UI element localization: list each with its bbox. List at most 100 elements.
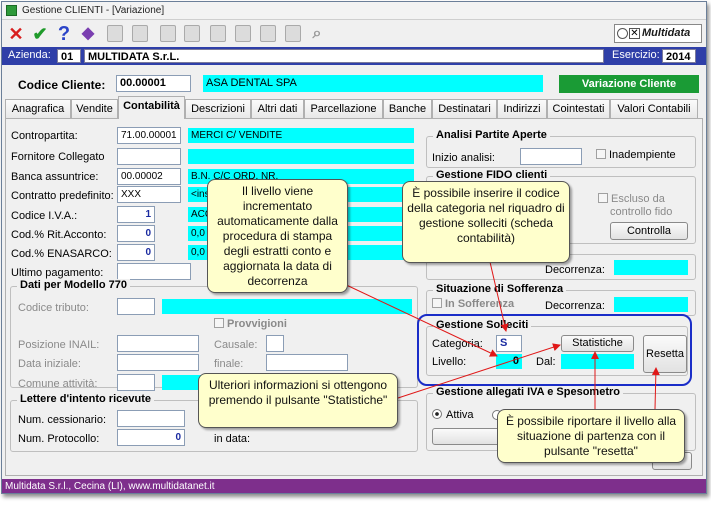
tab-descrizioni[interactable]: Descrizioni (185, 99, 251, 118)
enasarco-input[interactable]: 0 (117, 244, 155, 261)
inizio-analisi-label: Inizio analisi: (432, 152, 495, 164)
iva-label: Codice I.V.A.: (11, 210, 78, 222)
contropartita-input[interactable]: 71.00.00001 (117, 127, 181, 144)
sofferenza-checkbox[interactable]: In Sofferenza (432, 298, 514, 310)
controlla-button[interactable]: Controlla (610, 222, 688, 240)
esercizio-value: 2014 (662, 49, 696, 63)
tab-indirizzi[interactable]: Indirizzi (497, 99, 547, 118)
escluso-checkbox[interactable]: Escluso da (598, 193, 665, 205)
paste-icon[interactable] (184, 25, 200, 42)
sofferenza-decorrenza-value (614, 297, 688, 312)
fido-decorrenza-value (614, 260, 688, 275)
allegati-title: Gestione allegati IVA e Spesometro (433, 386, 623, 398)
tab-valori-contabili[interactable]: Valori Contabili (610, 99, 698, 118)
codice-cliente-input[interactable]: 00.00001 (116, 75, 191, 92)
company-bar: Azienda: 01 MULTIDATA S.r.L. Esercizio: … (2, 47, 706, 65)
provvigioni-checkbox[interactable]: Provvigioni (214, 318, 287, 330)
banca-input[interactable]: 00.00002 (117, 168, 181, 185)
fido-title: Gestione FIDO clienti (433, 169, 551, 181)
inadempiente-label: Inadempiente (609, 149, 676, 161)
wizard-icon[interactable]: ◆ (78, 24, 98, 44)
protocollo-label: Num. Protocollo: (18, 433, 100, 445)
esercizio-label: Esercizio: (612, 49, 660, 61)
tab-altri-dati[interactable]: Altri dati (251, 99, 304, 118)
sofferenza-label: In Sofferenza (445, 298, 515, 310)
logo-cross-icon: ✕ (629, 28, 640, 39)
causale-label: Causale: (214, 339, 258, 351)
in-data-label: in data: (214, 433, 251, 445)
logo-text: Multidata (642, 27, 691, 39)
protocollo-input[interactable]: 0 (117, 429, 185, 446)
callout-resetta: È possibile riportare il livello alla si… (497, 409, 685, 463)
tab-banche[interactable]: Banche (383, 99, 432, 118)
window-title: Gestione CLIENTI - [Variazione] (22, 5, 165, 16)
tab-anagrafica[interactable]: Anagrafica (5, 99, 71, 118)
multidata-logo: ✕ Multidata (614, 24, 702, 43)
confirm-icon[interactable]: ✔ (30, 24, 50, 44)
comune-input[interactable] (117, 374, 155, 391)
variazione-cliente-button[interactable]: Variazione Cliente (559, 75, 699, 93)
search-icon[interactable]: ⌕ (307, 24, 327, 44)
cliente-name: ASA DENTAL SPA (203, 75, 543, 92)
contratto-input[interactable]: XXX (117, 186, 181, 203)
attiva-radio[interactable]: Attiva (432, 409, 474, 421)
posizione-inail-input[interactable] (117, 335, 199, 352)
ultimo-pagamento-input[interactable] (117, 263, 191, 280)
azienda-name: MULTIDATA S.r.L. (84, 49, 604, 63)
codice-tributo-label: Codice tributo: (18, 302, 89, 314)
codice-tributo-input[interactable] (117, 298, 155, 315)
enasarco-label: Cod.% ENASARCO: (11, 248, 112, 260)
ultimo-pagamento-label: Ultimo pagamento: (11, 267, 104, 279)
rit-acconto-label: Cod.% Rit.Acconto: (11, 229, 107, 241)
tab-destinatari[interactable]: Destinatari (432, 99, 497, 118)
causale-input[interactable] (266, 335, 284, 352)
status-bar: Multidata S.r.l., Cecina (LI), www.multi… (2, 479, 706, 493)
partite-title: Analisi Partite Aperte (433, 129, 550, 141)
tab-cointestati[interactable]: Cointestati (547, 99, 610, 118)
tools-icon[interactable] (235, 25, 251, 42)
data-iniziale-input[interactable] (117, 354, 199, 371)
tab-parcellazione[interactable]: Parcellazione (304, 99, 383, 118)
title-bar: Gestione CLIENTI - [Variazione] (2, 2, 706, 20)
delete-icon[interactable] (132, 25, 148, 42)
banca-label: Banca assuntrice: (11, 171, 99, 183)
posizione-inail-label: Posizione INAIL: (18, 339, 100, 351)
check-icon[interactable] (260, 25, 276, 42)
escluso-label-1: Escluso da (611, 193, 665, 205)
toolbar: ✕ ✔ ? ◆ ⌕ ✕ Multidata (2, 21, 706, 47)
tab-vendite[interactable]: Vendite (71, 99, 118, 118)
intento-title: Lettere d'intento ricevute (17, 393, 154, 405)
cancel-icon[interactable]: ✕ (6, 24, 26, 44)
app-icon (6, 5, 17, 16)
cessionario-input[interactable] (117, 410, 185, 427)
fido-decorrenza-label: Decorrenza: (545, 264, 605, 276)
solleciti-highlight-frame (417, 314, 692, 386)
rit-acconto-input[interactable]: 0 (117, 225, 155, 242)
modello770-title: Dati per Modello 770 (17, 279, 130, 291)
attiva-label: Attiva (446, 409, 474, 421)
data-iniziale-label: Data iniziale: (18, 358, 81, 370)
contropartita-label: Contropartita: (11, 130, 78, 142)
azienda-code: 01 (57, 49, 81, 63)
provvigioni-label: Provvigioni (227, 318, 287, 330)
contratto-label: Contratto predefinito: (11, 190, 114, 202)
iva-input[interactable]: 1 (117, 206, 155, 223)
sofferenza-title: Situazione di Sofferenza (433, 283, 567, 295)
help-icon[interactable]: ? (54, 24, 74, 44)
copy-icon[interactable] (160, 25, 176, 42)
codice-tributo-desc (162, 299, 412, 314)
codice-cliente-label: Codice Cliente: (18, 78, 106, 92)
inadempiente-checkbox[interactable]: Inadempiente (596, 149, 676, 161)
contropartita-desc: MERCI C/ VENDITE (188, 128, 414, 143)
callout-statistiche: Ulteriori informazioni si ottengono prem… (198, 373, 398, 428)
escluso-label-2: controllo fido (610, 206, 673, 218)
notes-icon[interactable] (285, 25, 301, 42)
data-finale-input[interactable] (266, 354, 348, 371)
cessionario-label: Num. cessionario: (18, 414, 107, 426)
fornitore-input[interactable] (117, 148, 181, 165)
new-icon[interactable] (210, 25, 226, 42)
print-icon[interactable] (107, 25, 123, 42)
callout-livello: Il livello viene incrementato automatica… (207, 179, 348, 293)
inizio-analisi-input[interactable] (520, 148, 582, 165)
tab-contabilita[interactable]: Contabilità (118, 96, 185, 119)
